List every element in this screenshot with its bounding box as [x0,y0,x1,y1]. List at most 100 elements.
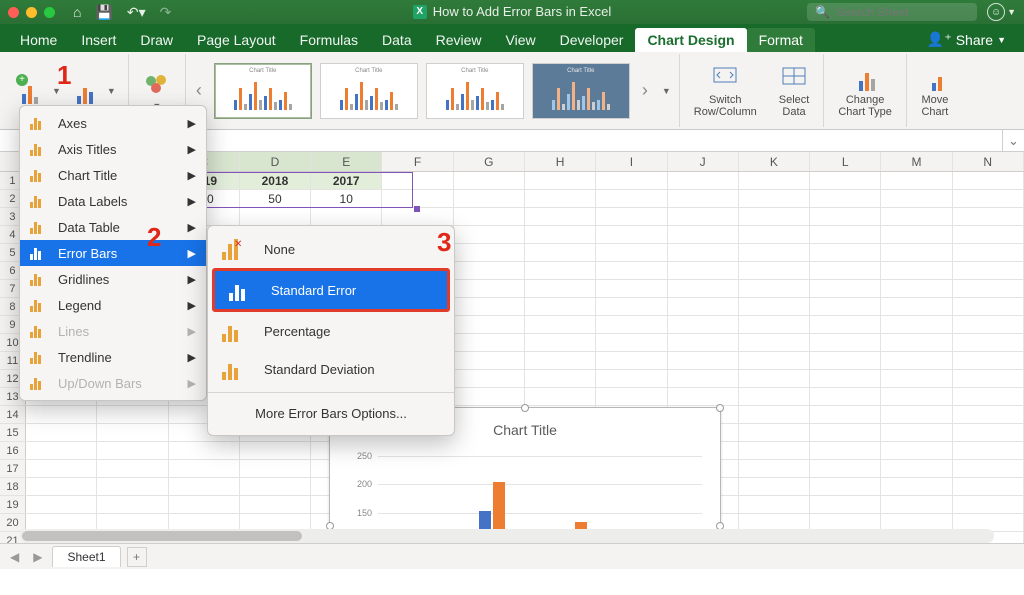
cell[interactable] [881,370,952,387]
cell[interactable] [97,496,168,513]
cell[interactable] [810,406,881,423]
cell[interactable] [739,352,810,369]
cell[interactable] [810,424,881,441]
menu-item-error-bars[interactable]: Error Bars▶ [20,240,206,266]
cell[interactable] [739,496,810,513]
add-sheet-button[interactable]: + [127,547,147,567]
cell[interactable] [454,208,525,225]
cell[interactable] [668,280,739,297]
submenu-item-none[interactable]: ✕None [208,230,454,268]
cell[interactable] [810,244,881,261]
cell[interactable] [240,460,311,477]
cell[interactable] [26,424,97,441]
cell[interactable] [454,388,525,405]
share-button[interactable]: 👤⁺ Share ▼ [917,27,1016,52]
column-header[interactable]: I [596,152,667,171]
cell[interactable] [953,406,1024,423]
scrollbar-thumb[interactable] [22,531,302,541]
cell[interactable] [454,190,525,207]
cell[interactable] [739,478,810,495]
cell[interactable] [810,388,881,405]
menu-item-legend[interactable]: Legend▶ [20,292,206,318]
cell[interactable] [881,262,952,279]
cell[interactable] [881,424,952,441]
search-input[interactable] [836,5,966,19]
switch-row-column-button[interactable]: Switch Row/Column [688,63,763,118]
cell[interactable] [953,190,1024,207]
cell[interactable] [596,244,667,261]
cell[interactable] [881,226,952,243]
menu-item-axes[interactable]: Axes▶ [20,110,206,136]
cell[interactable] [810,352,881,369]
cell[interactable] [525,226,596,243]
cell[interactable] [525,316,596,333]
cell[interactable] [953,388,1024,405]
cell[interactable] [596,208,667,225]
menu-item-axis-titles[interactable]: Axis Titles▶ [20,136,206,162]
chevron-down-icon[interactable]: ▼ [662,86,671,96]
column-header[interactable]: H [525,152,596,171]
submenu-item-standard-deviation[interactable]: Standard Deviation [208,350,454,388]
cell[interactable] [739,316,810,333]
cell[interactable]: 50 [240,190,311,207]
cell[interactable] [881,244,952,261]
cell[interactable] [97,424,168,441]
cell[interactable] [881,442,952,459]
cell[interactable] [668,334,739,351]
cell[interactable] [953,352,1024,369]
cell[interactable] [97,460,168,477]
selection-handle[interactable] [414,206,420,212]
column-header[interactable]: E [311,152,382,171]
cell[interactable] [525,244,596,261]
cell[interactable] [26,442,97,459]
quick-layout-button[interactable]: ▼ [69,72,120,110]
tab-data[interactable]: Data [370,28,424,52]
cell[interactable] [668,190,739,207]
cell[interactable] [454,172,525,189]
sheet-nav-next-icon[interactable]: ▶ [29,550,46,564]
cell[interactable] [739,280,810,297]
cell[interactable] [454,262,525,279]
save-icon[interactable]: 💾 [95,4,112,21]
cell[interactable] [668,370,739,387]
cell[interactable] [881,298,952,315]
move-chart-button[interactable]: Move Chart [915,63,955,118]
cell[interactable] [739,388,810,405]
cell[interactable] [810,478,881,495]
row-header[interactable]: 17 [0,460,26,477]
menu-item-chart-title[interactable]: Chart Title▶ [20,162,206,188]
cell[interactable] [668,208,739,225]
cell[interactable] [668,172,739,189]
cell[interactable] [596,262,667,279]
tab-home[interactable]: Home [8,28,69,52]
cell[interactable] [810,298,881,315]
column-header[interactable]: N [953,152,1024,171]
cell[interactable] [739,244,810,261]
cell[interactable] [596,388,667,405]
cell[interactable] [739,442,810,459]
row-header[interactable]: 20 [0,514,26,531]
cell[interactable] [525,334,596,351]
menu-item-data-table[interactable]: Data Table▶ [20,214,206,240]
cell[interactable] [97,478,168,495]
cell[interactable] [810,442,881,459]
sheet-nav-prev-icon[interactable]: ◀ [6,550,23,564]
cell[interactable] [596,370,667,387]
cell[interactable] [810,172,881,189]
column-header[interactable]: M [881,152,952,171]
cell[interactable] [739,460,810,477]
cell[interactable] [525,190,596,207]
cell[interactable] [739,172,810,189]
cell[interactable] [26,406,97,423]
tab-draw[interactable]: Draw [128,28,185,52]
cell[interactable] [97,406,168,423]
user-dropdown-icon[interactable]: ▼ [1007,7,1016,17]
cell[interactable] [525,388,596,405]
cell[interactable] [810,460,881,477]
cell[interactable] [169,496,240,513]
column-header[interactable]: F [382,152,453,171]
cell[interactable] [596,280,667,297]
cell[interactable] [739,208,810,225]
cell[interactable] [739,262,810,279]
cell[interactable] [881,334,952,351]
